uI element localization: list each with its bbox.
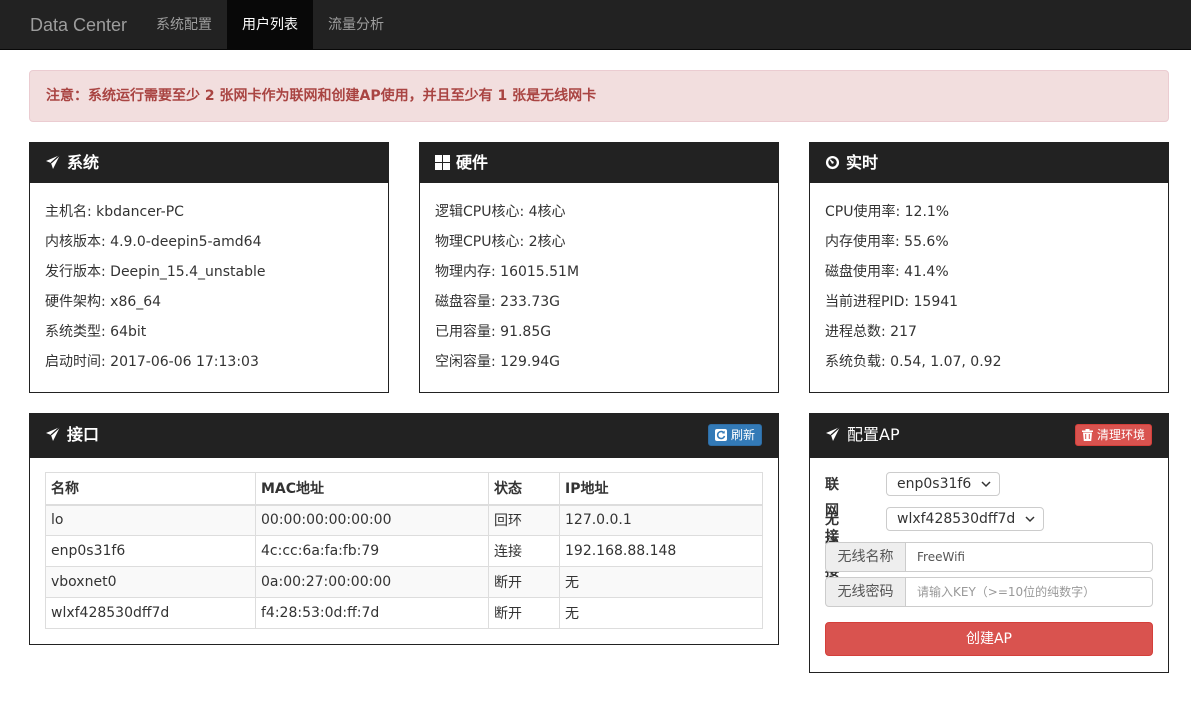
iface-ip: 127.0.0.1 [559,504,763,536]
iface-mac: 00:00:00:00:00:00 [255,504,489,536]
table-row: vboxnet0 0a:00:27:00:00:00 断开 无 [45,566,763,598]
iface-mac: 4c:cc:6a:fa:fb:79 [255,535,489,567]
system-hostname: 主机名: kbdancer-PC [45,204,184,220]
ssid-input[interactable] [905,542,1153,572]
iface-name: wlxf428530dff7d [45,597,256,629]
wlan-interface-select[interactable]: wlxf428530dff7d [886,507,1045,531]
interfaces-panel-header: 接口 刷新 [30,414,778,458]
realtime-panel-header: 实时 [810,143,1168,183]
hardware-panel-title: 硬件 [456,153,489,172]
wan-interface-value: enp0s31f6 [897,476,972,492]
iface-mac: f4:28:53:0d:ff:7d [255,597,489,629]
iface-ip: 192.168.88.148 [559,535,763,567]
system-panel: 系统 主机名: kbdancer-PC 内核版本: 4.9.0-deepin5-… [29,142,389,393]
iface-name: vboxnet0 [45,566,256,598]
col-header-name: 名称 [45,472,256,506]
refresh-icon [714,429,727,441]
dashboard-icon [825,155,840,170]
key-input[interactable] [905,577,1153,607]
nav-item-system-config[interactable]: 系统配置 [141,0,227,50]
iface-status: 回环 [488,504,560,536]
iface-name: lo [45,504,256,536]
system-distro: 发行版本: Deepin_15.4_unstable [45,264,266,280]
interfaces-panel: 接口 刷新 名称 MAC地址 状态 IP地址 lo 00:00:00:00:00… [29,413,779,645]
clean-environment-button[interactable]: 清理环境 [1074,424,1152,446]
chevron-down-icon [981,481,991,488]
brand-logo[interactable]: Data Center [30,0,127,50]
interfaces-table: 名称 MAC地址 状态 IP地址 lo 00:00:00:00:00:00 回环… [45,472,763,629]
paper-plane-icon [826,426,841,441]
paper-plane-icon [46,154,61,169]
iface-status: 连接 [488,535,560,567]
ap-panel-header: 配置AP 清理环境 [810,414,1168,458]
table-row: lo 00:00:00:00:00:00 回环 127.0.0.1 [45,504,763,536]
rt-load-average: 系统负载: 0.54, 1.07, 0.92 [825,354,1002,370]
iface-ip: 无 [559,566,763,598]
grid-icon [435,155,450,170]
system-panel-header: 系统 [30,143,388,183]
clean-environment-label: 清理环境 [1096,428,1145,442]
iface-status: 断开 [488,566,560,598]
ssid-label: 无线名称 [825,542,906,572]
col-header-status: 状态 [488,472,560,506]
rt-process-count: 进程总数: 217 [825,324,917,340]
refresh-label: 刷新 [730,428,755,442]
hw-disk-capacity: 磁盘容量: 233.73G [435,294,561,310]
wan-interface-select[interactable]: enp0s31f6 [886,472,1001,496]
col-header-mac: MAC地址 [255,472,489,506]
ap-panel-title: 配置AP [847,425,900,444]
key-label: 无线密码 [825,577,906,607]
hw-memory: 物理内存: 16015.51M [435,264,580,280]
col-header-ip: IP地址 [559,472,763,506]
hardware-panel-header: 硬件 [420,143,778,183]
ap-config-panel: 配置AP 清理环境 联网接口 enp0s31f6 无线接口 wlxf428530… [809,413,1169,673]
chevron-down-icon [1025,516,1035,523]
nav-item-user-list[interactable]: 用户列表 [227,0,313,50]
rt-mem-usage: 内存使用率: 55.6% [825,234,949,250]
realtime-panel-title: 实时 [846,153,879,172]
hardware-panel: 硬件 逻辑CPU核心: 4核心 物理CPU核心: 2核心 物理内存: 16015… [419,142,779,393]
warning-alert: 注意：系统运行需要至少 2 张网卡作为联网和创建AP使用，并且至少有 1 张是无… [29,70,1169,122]
hw-physical-cpu: 物理CPU核心: 2核心 [435,234,566,250]
realtime-panel: 实时 CPU使用率: 12.1% 内存使用率: 55.6% 磁盘使用率: 41.… [809,142,1169,393]
rt-disk-usage: 磁盘使用率: 41.4% [825,264,949,280]
paper-plane-icon [46,426,61,441]
refresh-button[interactable]: 刷新 [707,424,762,446]
iface-mac: 0a:00:27:00:00:00 [255,566,489,598]
create-ap-button[interactable]: 创建AP [825,622,1153,656]
system-arch: 硬件架构: x86_64 [45,294,162,310]
interfaces-panel-title: 接口 [67,425,100,444]
system-type: 系统类型: 64bit [45,324,147,340]
ssid-input-group: 无线名称 [825,542,1153,572]
trash-icon [1081,429,1093,441]
rt-cpu-usage: CPU使用率: 12.1% [825,204,950,220]
iface-name: enp0s31f6 [45,535,256,567]
hw-disk-free: 空闲容量: 129.94G [435,354,561,370]
iface-ip: 无 [559,597,763,629]
wlan-interface-value: wlxf428530dff7d [897,511,1016,527]
system-panel-title: 系统 [67,153,100,172]
iface-status: 断开 [488,597,560,629]
top-navbar: Data Center 系统配置 用户列表 流量分析 [0,0,1191,50]
system-kernel: 内核版本: 4.9.0-deepin5-amd64 [45,234,262,250]
hw-logical-cpu: 逻辑CPU核心: 4核心 [435,204,566,220]
hw-disk-used: 已用容量: 91.85G [435,324,552,340]
table-row: enp0s31f6 4c:cc:6a:fa:fb:79 连接 192.168.8… [45,535,763,567]
rt-current-pid: 当前进程PID: 15941 [825,294,959,310]
key-input-group: 无线密码 [825,577,1153,607]
nav-item-traffic-analysis[interactable]: 流量分析 [313,0,399,50]
table-row: wlxf428530dff7d f4:28:53:0d:ff:7d 断开 无 [45,597,763,629]
system-boot-time: 启动时间: 2017-06-06 17:13:03 [45,354,259,370]
